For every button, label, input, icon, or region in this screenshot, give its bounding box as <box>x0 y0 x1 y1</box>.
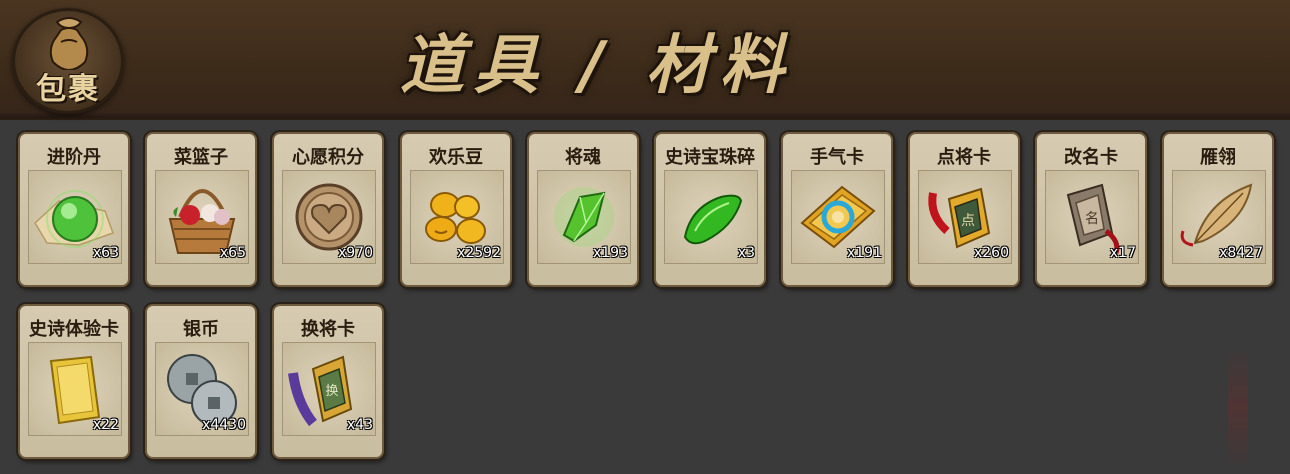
item-card-yinbi[interactable]: 银币 x4430 <box>145 304 257 459</box>
item-name: 雁翎 <box>1200 147 1236 168</box>
item-name: 进阶丹 <box>47 147 101 168</box>
svg-text:名: 名 <box>1085 211 1099 227</box>
item-quantity: x8427 <box>1219 245 1263 261</box>
item-name: 手气卡 <box>810 147 864 168</box>
item-name: 点将卡 <box>937 147 991 168</box>
svg-text:换: 换 <box>325 384 338 399</box>
item-card-jianghun[interactable]: 将魂 x193 <box>527 132 639 287</box>
item-quantity: x191 <box>846 245 882 261</box>
item-quantity: x65 <box>219 245 246 261</box>
item-card-shouqika[interactable]: 手气卡 x191 <box>781 132 893 287</box>
inventory-header: 包裹 道具 / 材料 <box>0 0 1290 120</box>
item-name: 改名卡 <box>1064 147 1118 168</box>
bag-label: 包裹 <box>36 72 100 107</box>
page-title: 道具 / 材料 <box>400 29 794 103</box>
scroll-indicator <box>1228 352 1248 464</box>
item-name: 史诗体验卡 <box>29 319 119 340</box>
item-quantity: x3 <box>737 245 755 261</box>
item-card-shishitiyanka[interactable]: 史诗体验卡 x22 <box>18 304 130 459</box>
item-card-huanledou[interactable]: 欢乐豆 x2592 <box>400 132 512 287</box>
item-card-dianjiangka[interactable]: 点将卡 点 x260 <box>908 132 1020 287</box>
item-name: 银币 <box>183 319 219 340</box>
item-name: 心愿积分 <box>292 147 364 168</box>
item-quantity: x2592 <box>457 245 501 261</box>
item-quantity: x63 <box>92 245 119 261</box>
item-card-yanling[interactable]: 雁翎 x8427 <box>1162 132 1274 287</box>
item-name: 欢乐豆 <box>429 147 483 168</box>
item-card-xinyuanjifen[interactable]: 心愿积分 x970 <box>272 132 384 287</box>
item-quantity: x260 <box>973 245 1009 261</box>
item-quantity: x4430 <box>202 417 246 433</box>
item-quantity: x17 <box>1109 245 1136 261</box>
item-name: 史诗宝珠碎 <box>665 147 755 168</box>
item-name: 将魂 <box>565 147 601 168</box>
item-quantity: x22 <box>92 417 119 433</box>
item-card-shishibaozhusui[interactable]: 史诗宝珠碎 x3 <box>654 132 766 287</box>
bag-badge[interactable]: 包裹 <box>12 8 124 114</box>
item-quantity: x43 <box>346 417 373 433</box>
item-name: 菜篮子 <box>174 147 228 168</box>
bag-icon <box>49 17 89 70</box>
item-card-gaimingka[interactable]: 改名卡 名 x17 <box>1035 132 1147 287</box>
item-quantity: x970 <box>337 245 373 261</box>
item-name: 换将卡 <box>301 319 355 340</box>
item-card-jinjiedan[interactable]: 进阶丹 x63 <box>18 132 130 287</box>
item-quantity: x193 <box>592 245 628 261</box>
item-card-cailanzi[interactable]: 菜篮子 x65 <box>145 132 257 287</box>
svg-text:点: 点 <box>961 213 975 229</box>
item-card-huanjiangka[interactable]: 换将卡 换 x43 <box>272 304 384 459</box>
